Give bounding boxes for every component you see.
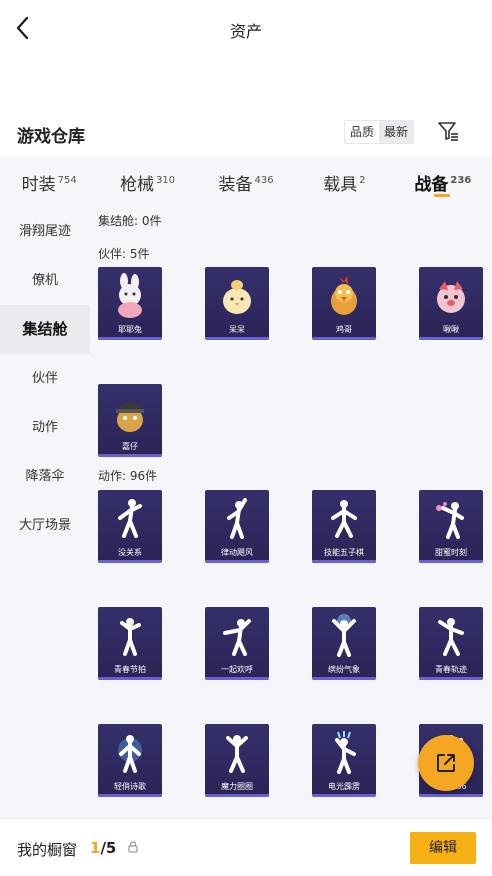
dancer-silhouette-icon [227, 498, 247, 539]
filter-button[interactable] [436, 119, 460, 143]
sidebar-item-wingman[interactable]: 僚机 [0, 256, 90, 305]
item-name: 电光霹雳 [328, 782, 360, 791]
section-label-emote: 动作: 96件 [98, 469, 158, 483]
item-name: 缤纷气象 [328, 665, 360, 674]
dancer-silhouette-icon [120, 618, 141, 656]
dancer-silhouette-icon [331, 500, 357, 538]
sort-latest-option[interactable]: 最新 [379, 121, 414, 143]
item-name: 嘉仔 [122, 442, 138, 451]
item-card[interactable]: 青春节拍 [98, 607, 162, 680]
share-icon [437, 754, 455, 772]
lock-icon [128, 841, 138, 853]
rooster-companion-art [331, 276, 357, 315]
active-tab-indicator [433, 194, 450, 197]
tab-weapons[interactable]: 枪械 310 [98, 157, 196, 207]
dancer-silhouette-icon [118, 735, 142, 773]
sidebar-item-lobby-scene[interactable]: 大厅场景 [0, 501, 90, 550]
item-card[interactable]: 呆呆 [205, 267, 269, 340]
tab-count: 236 [450, 175, 472, 186]
tab-count: 310 [156, 175, 176, 186]
item-card[interactable]: 缤纷气象 [312, 607, 376, 680]
sort-quality-option[interactable]: 品质 [345, 121, 380, 143]
edit-button[interactable]: 编辑 [410, 832, 476, 864]
dancer-silhouette-icon [436, 502, 464, 539]
section-label-companion: 伙伴: 5件 [98, 247, 150, 261]
sidebar-item-parachute[interactable]: 降落伞 [0, 452, 90, 501]
tab-combat-gear[interactable]: 战备 236 [394, 157, 492, 207]
item-name: 啾啾 [443, 325, 459, 334]
dancer-silhouette-icon [118, 499, 142, 538]
dancer-silhouette-icon [332, 614, 356, 657]
tab-count: 436 [254, 175, 274, 186]
warehouse-title: 游戏仓库 [17, 127, 85, 147]
item-name: 律动飓风 [221, 548, 253, 557]
item-name: 青春节拍 [114, 665, 146, 674]
sidebar-item-glide-trail[interactable]: 滑翔尾迹 [0, 207, 90, 256]
tab-count: 2 [359, 175, 366, 186]
item-card[interactable]: 魔力圈圈 [205, 724, 269, 797]
dancer-silhouette-icon [438, 618, 464, 656]
item-card[interactable]: 甜蜜时刻 [419, 490, 483, 563]
chick-companion-art [223, 280, 251, 314]
tab-label: 载具 [323, 175, 358, 195]
showcase-count: 1/5 [90, 839, 116, 857]
sidebar-item-emote[interactable]: 动作 [0, 403, 90, 452]
showcase-bar: 我的橱窗 1/5 编辑 [0, 818, 492, 876]
item-card[interactable]: 青春轨迹 [419, 607, 483, 680]
item-card[interactable]: 一起欢呼 [205, 607, 269, 680]
item-name: 甜蜜时刻 [435, 548, 467, 557]
sidebar-item-rally-pod[interactable]: 集结舱 [0, 305, 90, 354]
dancer-silhouette-icon [223, 619, 251, 656]
item-card[interactable]: 啾啾 [419, 267, 483, 340]
item-name: 呆呆 [229, 325, 245, 334]
showcase-count-current: 1 [90, 839, 101, 857]
item-card[interactable]: 技能五子棋 [312, 490, 376, 563]
top-bar: 资产 [0, 0, 492, 58]
share-button[interactable] [418, 735, 474, 791]
tab-label: 枪械 [120, 175, 155, 195]
item-card[interactable]: 鸡哥 [312, 267, 376, 340]
category-sidebar: 滑翔尾迹 僚机 集结舱 伙伴 动作 降落伞 大厅场景 [0, 207, 90, 818]
item-name: 一起欢呼 [221, 665, 253, 674]
bunny-companion-art [118, 273, 142, 318]
tab-label: 装备 [218, 175, 253, 195]
showcase-count-total: /5 [100, 839, 117, 857]
category-tabs: 时装 754 枪械 310 装备 436 载具 2 战备 236 [0, 157, 492, 207]
sort-toggle: 品质 最新 [344, 120, 415, 144]
item-card[interactable]: 律动飓风 [205, 490, 269, 563]
helmet-companion-art [116, 402, 144, 432]
item-card[interactable]: 轻俏诗歌 [98, 724, 162, 797]
item-card[interactable]: 嘉仔 [98, 384, 162, 457]
item-name: 鸡哥 [336, 325, 352, 334]
tab-label: 时装 [21, 175, 56, 195]
tab-vehicles[interactable]: 载具 2 [295, 157, 393, 207]
page-title: 资产 [229, 22, 262, 41]
tab-label: 战备 [414, 175, 449, 195]
bird-companion-art [437, 281, 465, 313]
item-grid-panel: 集结舱: 0件 伙伴: 5件 耶耶兔 呆呆 鸡哥 啾啾 嘉仔 动作: 96件 没… [90, 207, 492, 818]
section-label-rally-pod: 集结舱: 0件 [98, 214, 162, 228]
sidebar-item-companion[interactable]: 伙伴 [0, 354, 90, 403]
dancer-silhouette-icon [335, 731, 356, 774]
dancer-silhouette-icon [226, 735, 248, 773]
item-name: 没关系 [118, 548, 142, 557]
showcase-label: 我的橱窗 [17, 841, 78, 859]
filter-icon [438, 122, 458, 141]
tab-equipment[interactable]: 装备 436 [197, 157, 295, 207]
item-name: 技能五子棋 [324, 548, 364, 557]
item-name: 轻俏诗歌 [114, 782, 146, 791]
item-name: 魔力圈圈 [221, 782, 253, 791]
tab-fashion[interactable]: 时装 754 [0, 157, 98, 207]
item-name: 耶耶兔 [118, 325, 142, 334]
item-name: 青春轨迹 [435, 665, 467, 674]
item-card[interactable]: 没关系 [98, 490, 162, 563]
item-card[interactable]: 耶耶兔 [98, 267, 162, 340]
tab-count: 754 [57, 175, 77, 186]
item-card[interactable]: 电光霹雳 [312, 724, 376, 797]
